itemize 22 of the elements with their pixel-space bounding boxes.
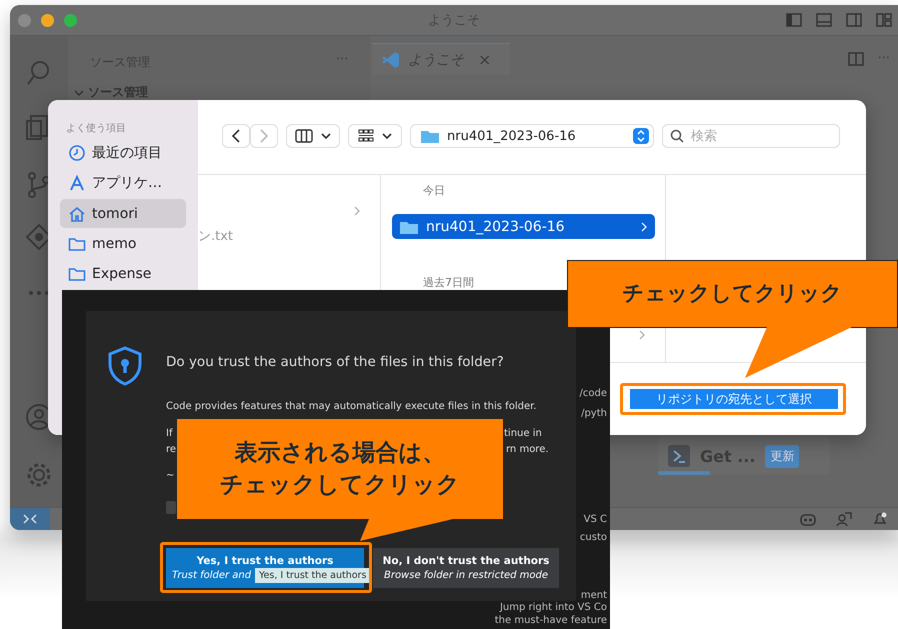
dialog-message: tinue in: [504, 428, 542, 439]
tooltip: Yes, I trust the authors: [255, 568, 370, 583]
background-text: ment: [580, 590, 607, 601]
dialog-message: rn more.: [506, 444, 549, 455]
date-heading: 今日: [423, 183, 445, 198]
background-text: /code: [580, 388, 607, 399]
background-text: /pyth: [581, 408, 607, 419]
dialog-message: ~: [166, 470, 174, 481]
background-text: VS C: [584, 514, 607, 525]
callout-text: チェックしてクリック: [622, 280, 842, 308]
dialog-message: re: [166, 444, 176, 455]
dialog-message: If: [166, 428, 172, 439]
dialog-title: Do you trust the authors of the files in this folder?: [166, 354, 504, 370]
background-text: custo: [580, 532, 607, 543]
background-text: Jump right into VS Co: [500, 602, 607, 613]
dialog-message: Code provides features that may automatically execute files in this folder.: [166, 401, 536, 412]
favorites-heading: よく使う項目: [66, 122, 126, 135]
background-text: the must-have feature: [494, 615, 607, 626]
callout-text: 表示される場合は、: [234, 438, 446, 468]
date-heading: 過去7日間: [423, 275, 474, 290]
update-badge: 更新: [765, 444, 800, 468]
callout-text: チェックしてクリック: [220, 471, 460, 500]
